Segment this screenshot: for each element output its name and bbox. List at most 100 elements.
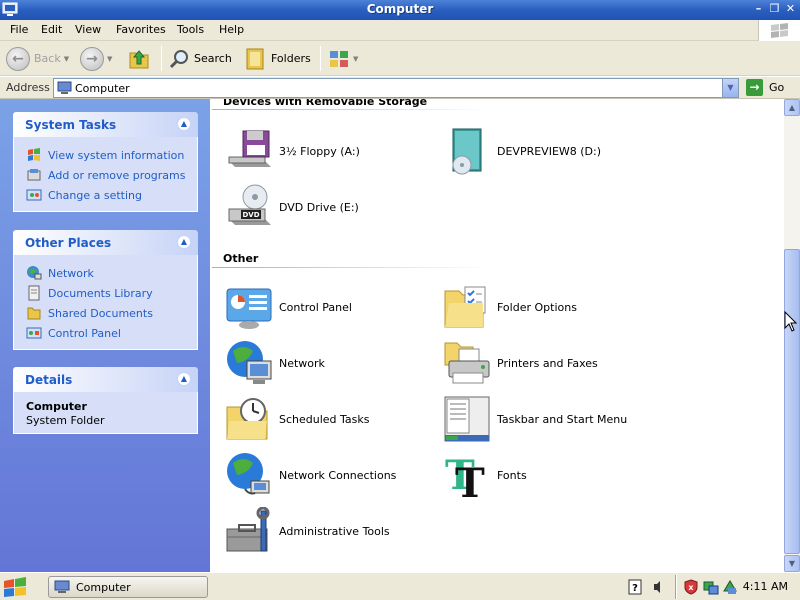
system-tray: ? x 4:11 AM (622, 575, 800, 599)
task-label: Change a setting (48, 188, 142, 202)
item-cd-drive[interactable]: DEVPREVIEW8 (D:) (443, 126, 601, 176)
item-folder-options[interactable]: Folder Options (443, 282, 577, 332)
collapse-icon[interactable]: ▲ (177, 372, 191, 386)
details-type: System Folder (26, 414, 105, 427)
forward-arrow-icon: → (80, 46, 104, 71)
item-label: Taskbar and Start Menu (497, 412, 628, 426)
vertical-scrollbar[interactable]: ▲ ▼ (784, 99, 800, 572)
chevron-down-icon[interactable]: ▼ (353, 55, 358, 63)
item-network[interactable]: Network (225, 338, 325, 388)
minimize-button[interactable]: – (752, 3, 765, 16)
collapse-icon[interactable]: ▲ (177, 235, 191, 249)
shared-documents-icon (27, 307, 41, 320)
taskbar-window-label: Computer (76, 580, 131, 594)
svg-text:DVD: DVD (242, 211, 259, 219)
restore-button[interactable]: ❐ (768, 3, 781, 16)
system-info-icon (28, 148, 40, 161)
go-button[interactable]: → Go (746, 79, 784, 96)
item-network-connections[interactable]: Network Connections (225, 450, 396, 500)
item-label: Scheduled Tasks (279, 412, 370, 426)
details-header[interactable]: Details ▲ (13, 367, 198, 392)
toolbar-separator (161, 46, 162, 71)
task-change-setting[interactable]: Change a setting (26, 185, 197, 205)
task-view-system-information[interactable]: View system information (26, 145, 197, 165)
back-label: Back (34, 52, 61, 65)
task-label: View system information (48, 148, 185, 162)
chevron-down-icon[interactable]: ▼ (64, 55, 69, 63)
other-places-header[interactable]: Other Places ▲ (13, 230, 198, 255)
item-label: Network Connections (279, 468, 397, 482)
item-scheduled-tasks[interactable]: Scheduled Tasks (225, 394, 370, 444)
menu-view[interactable]: View (75, 23, 101, 36)
update-icon[interactable] (722, 579, 738, 595)
details-body: Computer System Folder (13, 392, 198, 434)
windows-logo (758, 20, 800, 41)
other-places-panel: Other Places ▲ Network Documents Library (13, 230, 198, 350)
folders-label: Folders (271, 52, 311, 65)
tray-separator (675, 575, 677, 599)
content-area: Devices with Removable Storage 3½ Floppy… (210, 99, 784, 572)
system-tasks-header[interactable]: System Tasks ▲ (13, 112, 198, 137)
place-label: Shared Documents (48, 306, 153, 320)
scroll-up-button[interactable]: ▲ (784, 99, 800, 116)
start-button[interactable] (0, 575, 40, 599)
group-header-other: Other (223, 252, 259, 265)
folders-button[interactable]: Folders (245, 45, 311, 72)
control-panel-icon (226, 288, 272, 329)
security-shield-icon[interactable]: x (684, 579, 698, 595)
clock[interactable]: 4:11 AM (743, 580, 788, 593)
back-button[interactable]: ← Back ▼ (6, 45, 69, 72)
place-control-panel[interactable]: Control Panel (26, 323, 197, 343)
network-connections-icon (227, 453, 270, 495)
panel-title: System Tasks (25, 118, 117, 132)
item-printers-and-faxes[interactable]: Printers and Faxes (443, 338, 598, 388)
menu-edit[interactable]: Edit (41, 23, 62, 36)
views-button[interactable]: ▼ (328, 45, 358, 72)
item-control-panel[interactable]: Control Panel (225, 282, 352, 332)
folder-options-icon (444, 286, 486, 328)
fonts-icon: T T (445, 452, 485, 499)
address-dropdown-button[interactable]: ▼ (722, 79, 738, 97)
menu-file[interactable]: File (10, 23, 28, 36)
network-globe-icon (227, 341, 272, 384)
collapse-icon[interactable]: ▲ (177, 117, 191, 131)
sound-icon[interactable] (652, 579, 664, 595)
place-network[interactable]: Network (26, 263, 197, 283)
network-status-icon[interactable] (703, 579, 719, 595)
item-fonts[interactable]: T T Fonts (443, 450, 527, 500)
documents-library-icon (28, 285, 40, 301)
task-pane: System Tasks ▲ View system information A… (0, 99, 210, 572)
menu-tools[interactable]: Tools (177, 23, 204, 36)
back-arrow-icon: ← (6, 46, 30, 71)
help-icon[interactable]: ? (628, 579, 642, 595)
taskbar-window-button[interactable]: Computer (48, 576, 208, 598)
place-shared-documents[interactable]: Shared Documents (26, 303, 197, 323)
add-remove-programs-icon (27, 169, 41, 181)
menu-favorites[interactable]: Favorites (116, 23, 166, 36)
panel-title: Other Places (25, 236, 112, 250)
place-documents-library[interactable]: Documents Library (26, 283, 197, 303)
item-dvd-drive[interactable]: DVD DVD Drive (E:) (225, 182, 359, 232)
group-header-removable-storage: Devices with Removable Storage (223, 99, 428, 108)
scroll-down-button[interactable]: ▼ (784, 555, 800, 572)
menu-help[interactable]: Help (219, 23, 244, 36)
address-input[interactable]: Computer ▼ (53, 78, 739, 98)
search-button[interactable]: Search (168, 45, 232, 72)
scroll-thumb[interactable] (784, 249, 800, 554)
cd-drive-icon (452, 128, 482, 175)
search-icon (169, 49, 188, 68)
task-add-remove-programs[interactable]: Add or remove programs (26, 165, 197, 185)
forward-button[interactable]: → ▼ (80, 45, 112, 72)
item-taskbar-and-start-menu[interactable]: Taskbar and Start Menu (443, 394, 627, 444)
computer-icon (54, 580, 70, 593)
details-name: Computer (26, 400, 87, 413)
up-folder-button[interactable] (127, 45, 151, 72)
toolbar-separator (320, 46, 321, 71)
chevron-down-icon[interactable]: ▼ (107, 55, 112, 63)
close-button[interactable]: ✕ (784, 3, 797, 16)
dvd-drive-icon: DVD (228, 184, 271, 225)
item-floppy-drive[interactable]: 3½ Floppy (A:) (225, 126, 360, 176)
item-administrative-tools[interactable]: Administrative Tools (225, 506, 390, 556)
address-bar: Address Computer ▼ → Go (0, 77, 800, 99)
menu-bar: File Edit View Favorites Tools Help (0, 20, 800, 41)
